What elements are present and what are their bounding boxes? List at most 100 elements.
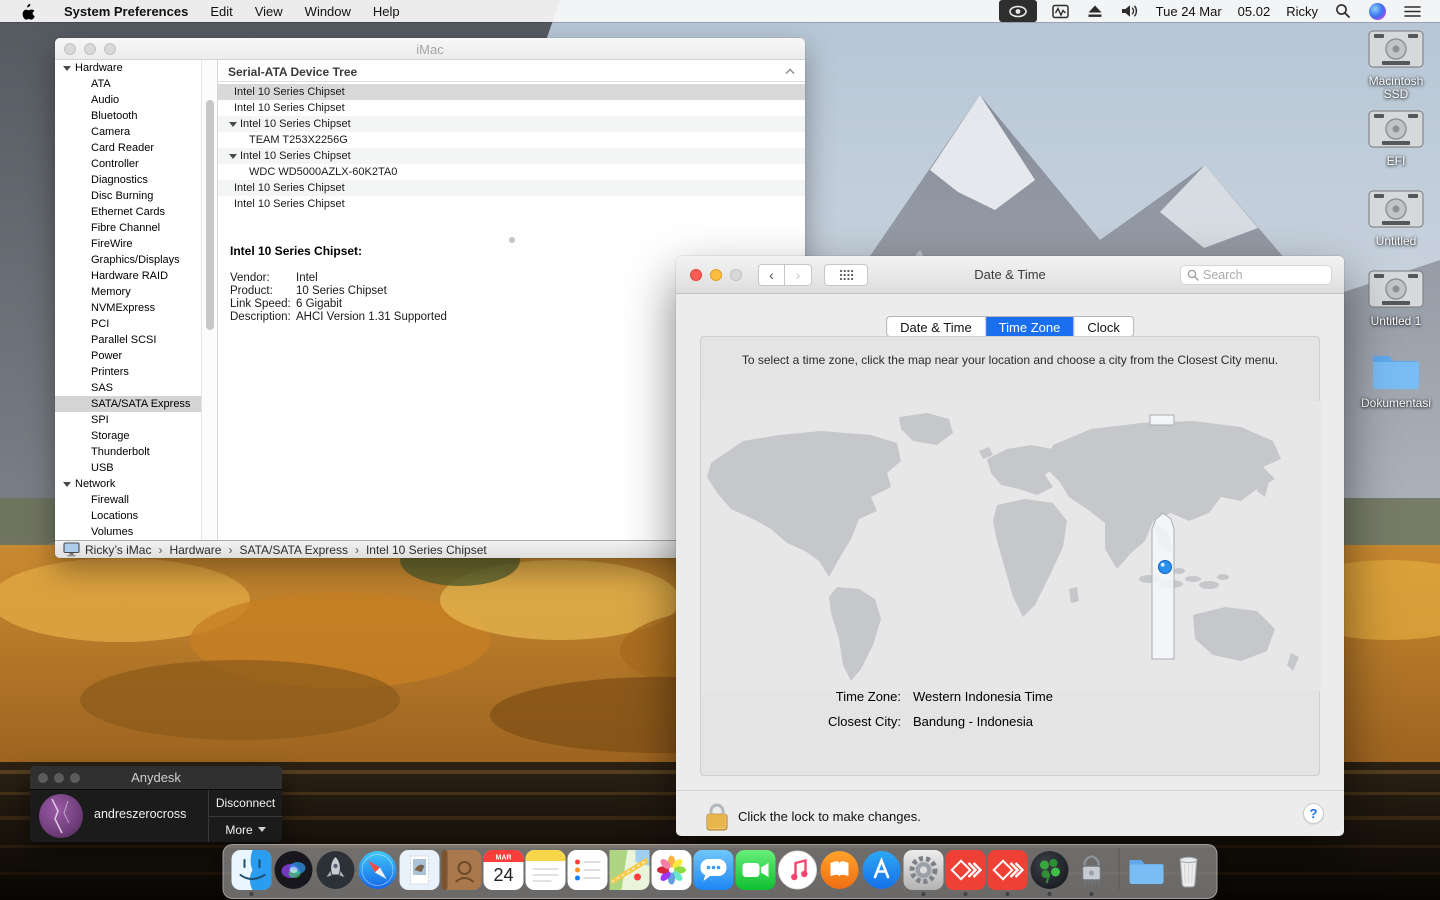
dock-icon-hackintool[interactable]	[1072, 850, 1112, 890]
dock-icon-anydesk[interactable]	[946, 850, 986, 890]
desktop-icon-efi[interactable]: EFI	[1358, 110, 1434, 168]
lock-icon[interactable]	[704, 801, 730, 833]
dock-icon-contacts[interactable]	[442, 850, 482, 890]
dock-icon-downloads[interactable]	[1127, 850, 1167, 890]
dock-icon-clover[interactable]	[1030, 850, 1070, 890]
search-input[interactable]	[1203, 268, 1313, 282]
sidebar-item-card-reader[interactable]: Card Reader	[55, 140, 201, 156]
date-time-titlebar[interactable]: ‹ › Date & Time	[676, 256, 1344, 294]
desktop-icon-untitled[interactable]: Untitled	[1358, 190, 1434, 248]
sidebar-item-power[interactable]: Power	[55, 348, 201, 364]
sidebar-item-bluetooth[interactable]: Bluetooth	[55, 108, 201, 124]
dock-icon-calendar[interactable]: MAR24	[484, 850, 524, 890]
dock-icon-reminders[interactable]	[568, 850, 608, 890]
sidebar-item-printers[interactable]: Printers	[55, 364, 201, 380]
sidebar-scrollbar[interactable]	[201, 60, 217, 540]
dock-icon-safari[interactable]	[358, 850, 398, 890]
sidebar-item-sata-sata-express[interactable]: SATA/SATA Express	[55, 396, 201, 412]
help-button[interactable]: ?	[1303, 803, 1324, 824]
sidebar-item-parallel-scsi[interactable]: Parallel SCSI	[55, 332, 201, 348]
more-button[interactable]: More	[209, 816, 282, 842]
sidebar-item-volumes[interactable]: Volumes	[55, 524, 201, 540]
desktop-icon-untitled-1[interactable]: Untitled 1	[1358, 270, 1434, 328]
sidebar-item-firewall[interactable]: Firewall	[55, 492, 201, 508]
sidebar-item-spi[interactable]: SPI	[55, 412, 201, 428]
nvidia-eye-icon[interactable]	[999, 0, 1037, 22]
sidebar-item-nvmexpress[interactable]: NVMExpress	[55, 300, 201, 316]
device-row[interactable]: WDC WD5000AZLX-60K2TA0	[218, 164, 805, 180]
scrollbar-thumb[interactable]	[206, 100, 214, 330]
dock-icon-finder[interactable]	[232, 850, 272, 890]
sidebar-item-diagnostics[interactable]: Diagnostics	[55, 172, 201, 188]
device-tree-header[interactable]: Serial-ATA Device Tree	[218, 63, 805, 82]
dock-icon-maps[interactable]	[610, 850, 650, 890]
dock-icon-facetime[interactable]	[736, 850, 776, 890]
device-row[interactable]: Intel 10 Series Chipset	[218, 180, 805, 196]
disclosure-triangle-icon[interactable]	[63, 66, 71, 71]
spotlight-search-icon[interactable]	[1326, 0, 1360, 22]
device-row[interactable]: Intel 10 Series Chipset	[218, 148, 805, 164]
selected-location-dot[interactable]	[1159, 561, 1172, 574]
sidebar-item-pci[interactable]: PCI	[55, 316, 201, 332]
sidebar-item-fibre-channel[interactable]: Fibre Channel	[55, 220, 201, 236]
device-row[interactable]: Intel 10 Series Chipset	[218, 100, 805, 116]
sidebar-item-sas[interactable]: SAS	[55, 380, 201, 396]
device-row[interactable]: Intel 10 Series Chipset	[218, 116, 805, 132]
sidebar-item-locations[interactable]: Locations	[55, 508, 201, 524]
dock-icon-notes[interactable]	[526, 850, 566, 890]
closest-city-value[interactable]: Bandung - Indonesia	[913, 714, 1033, 729]
sidebar-item-memory[interactable]: Memory	[55, 284, 201, 300]
disclosure-triangle-icon[interactable]	[63, 482, 71, 487]
menu-view[interactable]: View	[244, 4, 294, 19]
dock-icon-messages[interactable]	[694, 850, 734, 890]
sidebar-item-hardware[interactable]: Hardware	[55, 60, 201, 76]
device-row[interactable]: Intel 10 Series Chipset	[218, 196, 805, 212]
sidebar-item-network[interactable]: Network	[55, 476, 201, 492]
menu-window[interactable]: Window	[294, 4, 362, 19]
device-row[interactable]: TEAM T253X2256G	[218, 132, 805, 148]
desktop-icon-dokumentasi[interactable]: Dokumentasi	[1358, 348, 1434, 410]
desktop-icon-macintosh-ssd[interactable]: Macintosh SSD	[1358, 30, 1434, 101]
disclosure-triangle-icon[interactable]	[229, 122, 237, 127]
menubar-time[interactable]: 05.02	[1230, 4, 1279, 19]
sidebar-item-usb[interactable]: USB	[55, 460, 201, 476]
dock-icon-siri[interactable]	[274, 850, 314, 890]
dock-icon-anydesk-2[interactable]	[988, 850, 1028, 890]
sidebar-item-firewire[interactable]: FireWire	[55, 236, 201, 252]
notification-center-icon[interactable]	[1395, 0, 1430, 22]
siri-icon[interactable]	[1360, 0, 1395, 22]
sidebar-item-controller[interactable]: Controller	[55, 156, 201, 172]
dock-icon-trash[interactable]	[1169, 850, 1209, 890]
collapse-chevron-icon[interactable]	[785, 68, 795, 75]
sidebar-item-camera[interactable]: Camera	[55, 124, 201, 140]
activity-monitor-icon[interactable]	[1043, 0, 1078, 22]
sidebar-item-audio[interactable]: Audio	[55, 92, 201, 108]
sidebar-item-graphics-displays[interactable]: Graphics/Displays	[55, 252, 201, 268]
dock-icon-launchpad[interactable]	[316, 850, 356, 890]
menu-help[interactable]: Help	[362, 4, 411, 19]
sidebar-item-disc-burning[interactable]: Disc Burning	[55, 188, 201, 204]
tab-clock[interactable]: Clock	[1074, 317, 1133, 336]
disconnect-button[interactable]: Disconnect	[209, 790, 282, 816]
dock-icon-app-store[interactable]	[862, 850, 902, 890]
apple-menu[interactable]	[20, 3, 35, 20]
sidebar-item-thunderbolt[interactable]: Thunderbolt	[55, 444, 201, 460]
dock-icon-system-preferences[interactable]	[904, 850, 944, 890]
sidebar-item-ethernet-cards[interactable]: Ethernet Cards	[55, 204, 201, 220]
world-time-zone-map[interactable]	[701, 401, 1321, 691]
menubar-date[interactable]: Tue 24 Mar	[1148, 4, 1230, 19]
sidebar-item-storage[interactable]: Storage	[55, 428, 201, 444]
pane-resize-handle[interactable]	[509, 237, 515, 243]
anydesk-titlebar[interactable]: Anydesk	[30, 766, 282, 790]
imac-titlebar[interactable]: iMac	[55, 38, 805, 60]
disclosure-triangle-icon[interactable]	[229, 154, 237, 159]
dock-icon-itunes[interactable]	[778, 850, 818, 890]
dock-icon-books[interactable]	[820, 850, 860, 890]
menubar-user[interactable]: Ricky	[1278, 4, 1326, 19]
device-row[interactable]: Intel 10 Series Chipset	[218, 84, 805, 100]
tab-time-zone[interactable]: Time Zone	[986, 317, 1075, 336]
dock-icon-photos[interactable]	[652, 850, 692, 890]
sidebar-item-hardware-raid[interactable]: Hardware RAID	[55, 268, 201, 284]
sidebar-item-ata[interactable]: ATA	[55, 76, 201, 92]
search-field[interactable]	[1180, 265, 1332, 285]
